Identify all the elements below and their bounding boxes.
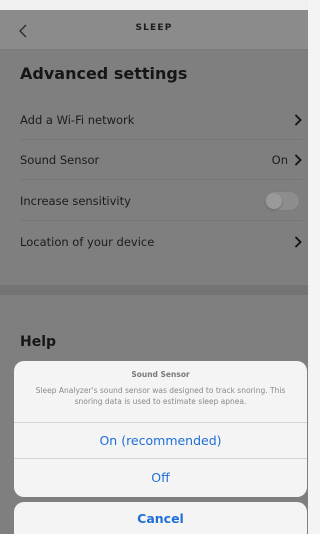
page-title: SLEEP <box>135 23 173 33</box>
increase-sensitivity-toggle[interactable] <box>264 190 300 211</box>
option-on-recommended-button[interactable]: On (recommended) <box>14 423 307 459</box>
sound-sensor-label: Sound Sensor <box>20 152 100 167</box>
advanced-settings-heading: Advanced settings <box>20 64 188 83</box>
chevron-right-icon <box>294 236 302 248</box>
sound-sensor-action-sheet: Sound Sensor Sleep Analyzer's sound sens… <box>14 361 307 497</box>
sound-sensor-row[interactable]: Sound Sensor On <box>20 140 302 180</box>
device-location-row[interactable]: Location of your device <box>20 222 302 262</box>
add-wifi-network-row[interactable]: Add a Wi-Fi network <box>20 100 302 140</box>
sound-sensor-value: On <box>271 152 288 167</box>
navigation-bar: SLEEP <box>0 10 308 50</box>
action-sheet-title: Sound Sensor <box>131 370 190 379</box>
increase-sensitivity-row: Increase sensitivity <box>20 181 302 221</box>
chevron-right-icon <box>294 113 302 126</box>
action-sheet-header: Sound Sensor Sleep Analyzer's sound sens… <box>14 361 307 423</box>
help-heading: Help <box>20 334 57 350</box>
add-wifi-network-label: Add a Wi-Fi network <box>20 112 135 127</box>
status-bar-strip <box>0 0 308 10</box>
chevron-right-icon <box>294 153 302 166</box>
increase-sensitivity-label: Increase sensitivity <box>20 193 131 208</box>
section-divider <box>0 285 308 295</box>
option-off-button[interactable]: Off <box>14 459 307 495</box>
toggle-knob <box>266 192 282 209</box>
device-location-label: Location of your device <box>20 235 155 249</box>
cancel-button[interactable]: Cancel <box>14 502 307 534</box>
action-sheet-message: Sleep Analyzer's sound sensor was design… <box>35 386 286 406</box>
